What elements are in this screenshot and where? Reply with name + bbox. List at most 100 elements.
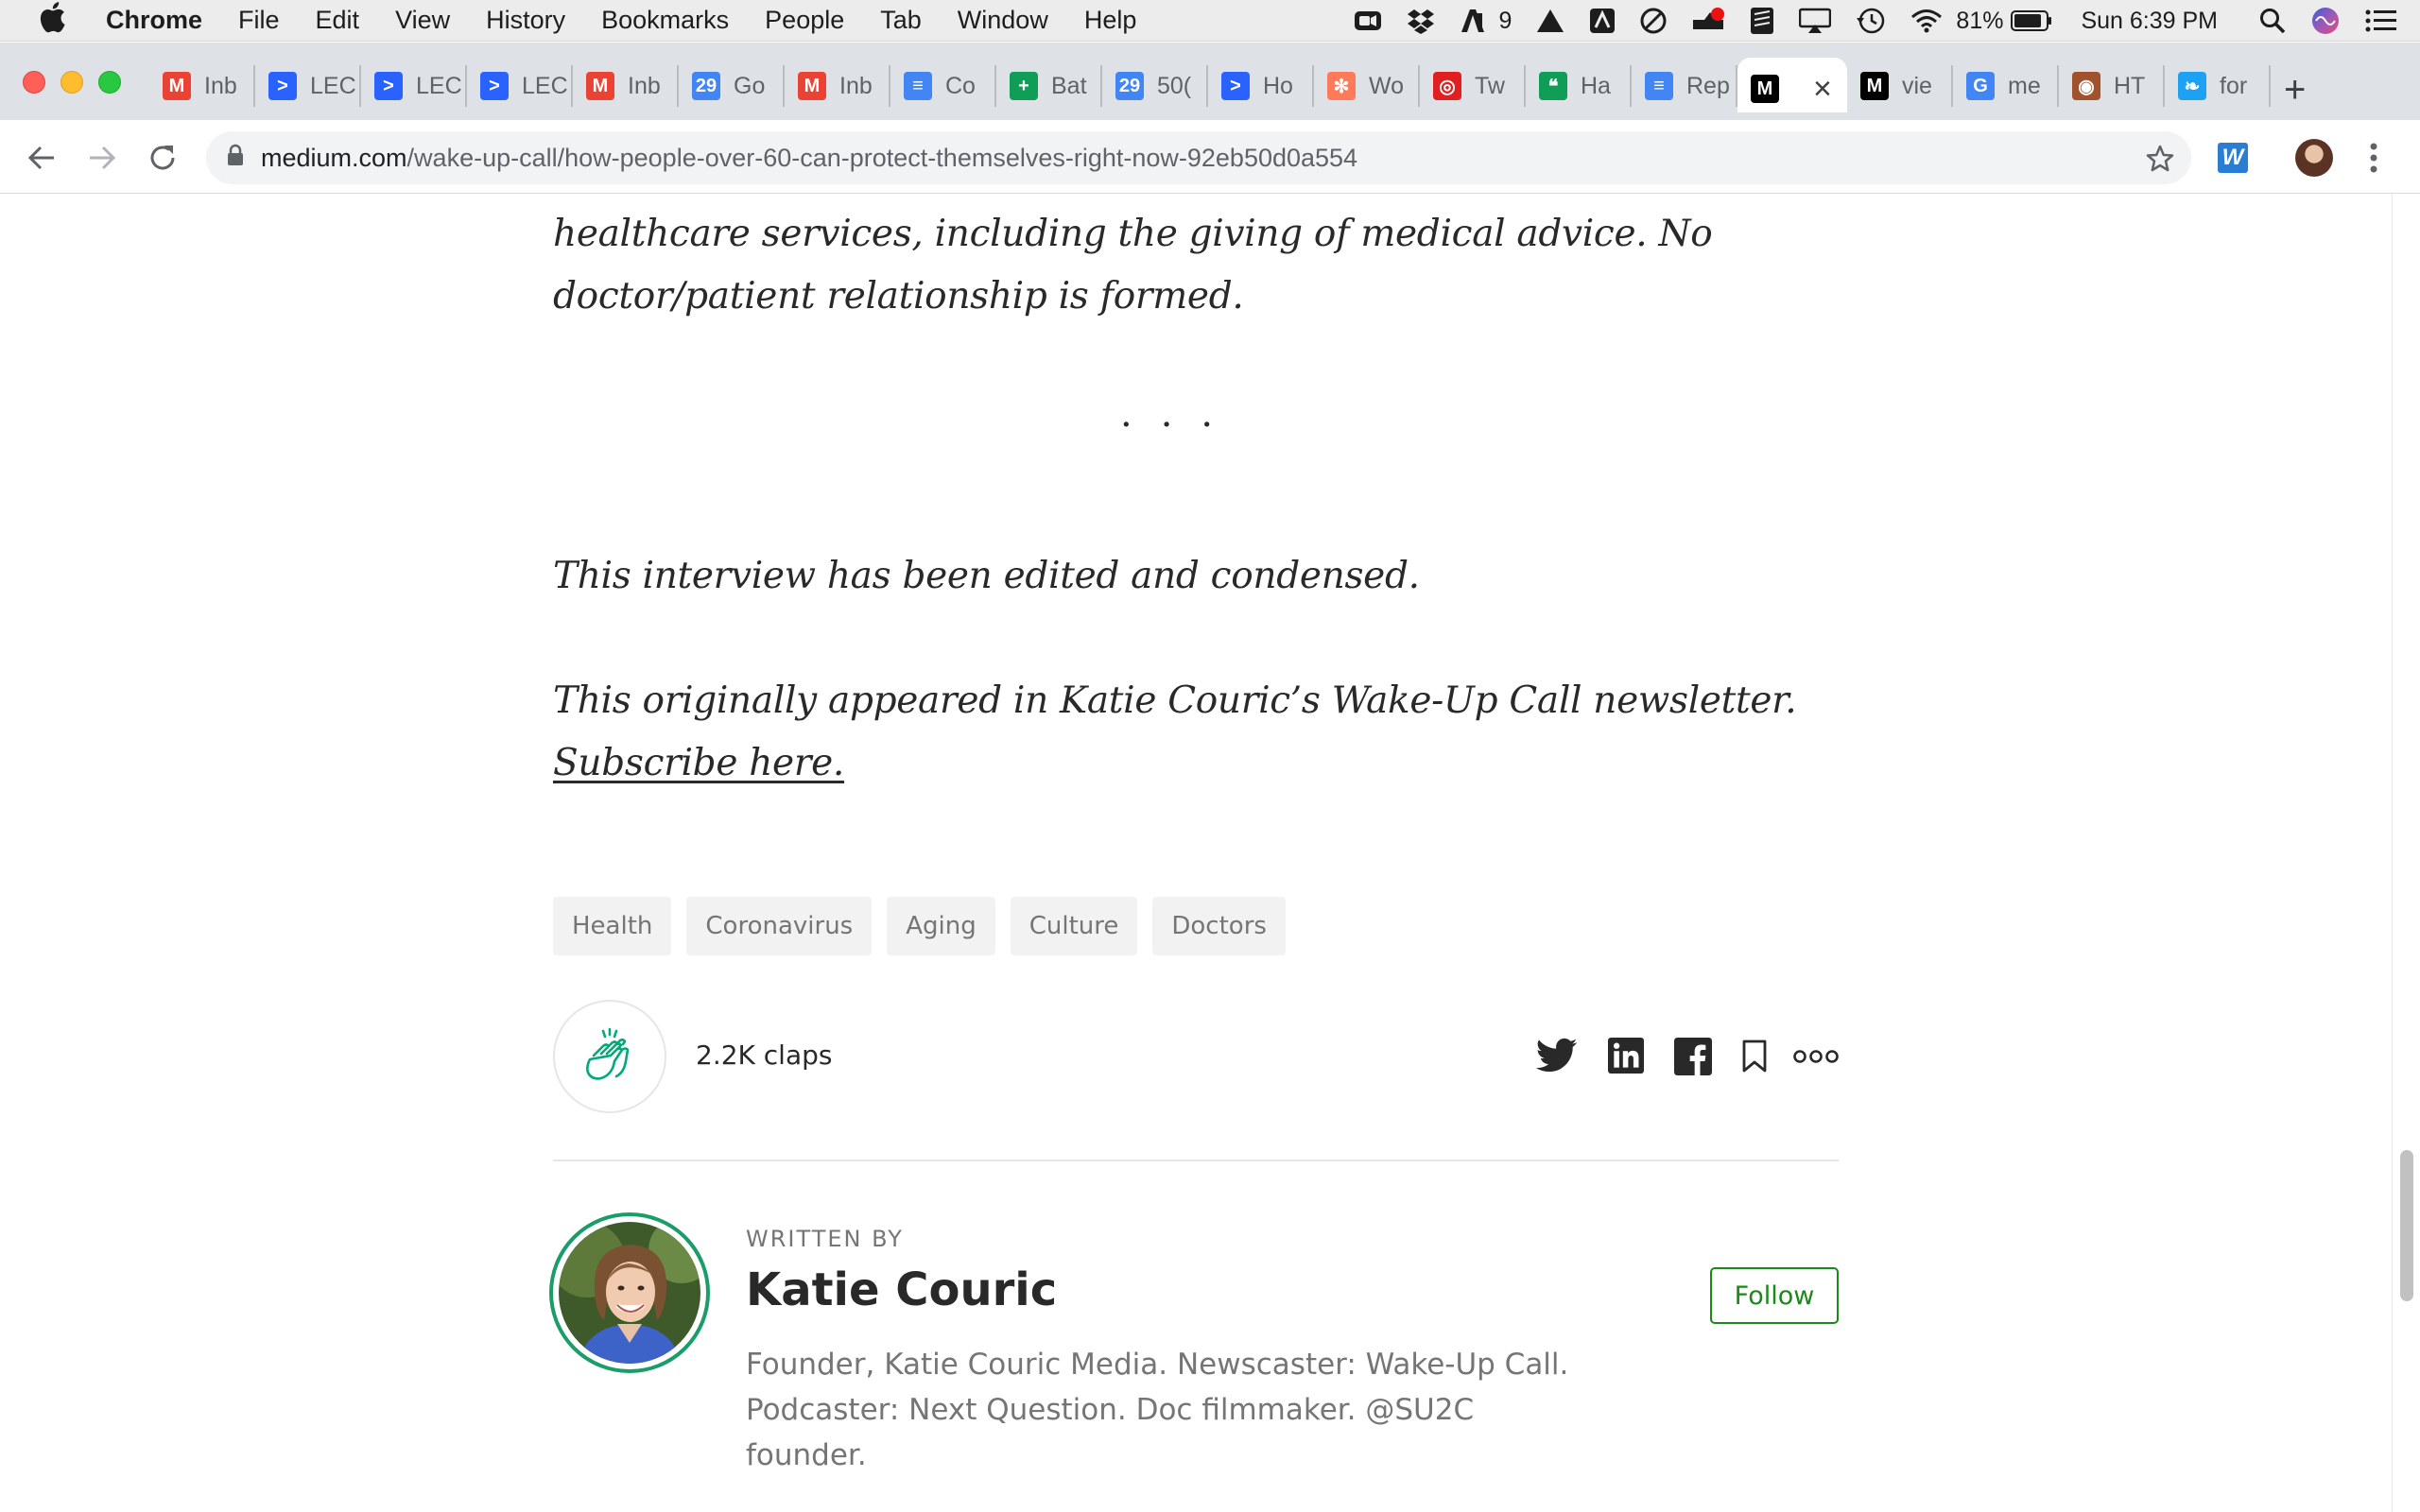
tab-tw-12[interactable]: ◎ Tw (1420, 65, 1526, 107)
adobe-count: 9 (1498, 7, 1512, 34)
tab-label: LEC (416, 72, 462, 99)
tag-health[interactable]: Health (553, 897, 672, 955)
arrow-right-icon (90, 146, 116, 170)
hubspot-icon: ✻ (1327, 72, 1356, 100)
tag-coronavirus[interactable]: Coronavirus (686, 897, 873, 955)
tab-bat-8[interactable]: + Bat (996, 65, 1102, 107)
apple-icon[interactable] (38, 1, 72, 40)
zoom-icon[interactable] (1354, 9, 1382, 33)
tab-vie-0[interactable]: Mvie (1847, 65, 1953, 107)
siri-icon[interactable] (2310, 6, 2341, 36)
tab-inb-4[interactable]: M Inb (573, 65, 679, 107)
window-close-button[interactable] (23, 71, 45, 94)
chrome-menu-button[interactable] (2369, 139, 2378, 181)
tab-inb-6[interactable]: M Inb (785, 65, 890, 107)
new-tab-button[interactable]: + (2284, 69, 2306, 112)
page-scrollbar[interactable] (2392, 194, 2420, 1512)
tab-ho-10[interactable]: > Ho (1208, 65, 1314, 107)
menu-history[interactable]: History (486, 6, 565, 35)
tab-co-7[interactable]: ≡ Co (890, 65, 996, 107)
address-bar[interactable]: medium.com/wake-up-call/how-people-over-… (206, 131, 2191, 184)
menu-window[interactable]: Window (958, 6, 1048, 35)
reload-icon (150, 146, 175, 170)
bookmark-icon[interactable] (1741, 1040, 1768, 1078)
tab-me-1[interactable]: Gme (1953, 65, 2059, 107)
more-options-icon[interactable] (1792, 1049, 1840, 1069)
dropbox-icon[interactable] (1407, 8, 1435, 34)
tab-ht-2[interactable]: ◉ HT (2059, 65, 2165, 107)
menu-app-chrome[interactable]: Chrome (106, 6, 202, 35)
google-drive-icon[interactable] (1536, 9, 1564, 33)
tab-label: HT (2114, 72, 2146, 99)
hangouts-icon: ❝ (1539, 72, 1567, 100)
gmail-icon: M (586, 72, 614, 100)
adobe-icon[interactable] (1460, 8, 1486, 34)
page-content: healthcare services, including the givin… (0, 194, 2420, 1512)
tab-lec-1[interactable]: > LEC (255, 65, 361, 107)
lock-icon[interactable] (227, 144, 244, 173)
google-icon: G (1966, 72, 1995, 100)
clock[interactable]: Sun 6:39 PM (2081, 8, 2218, 35)
battery-icon[interactable] (2011, 9, 2052, 32)
menu-people[interactable]: People (765, 6, 844, 35)
tab-label: me (2008, 72, 2041, 99)
tab-ha-13[interactable]: ❝ Ha (1526, 65, 1632, 107)
written-by-label: WRITTEN BY (746, 1226, 904, 1252)
author-bio: Founder, Katie Couric Media. Newscaster:… (746, 1348, 1569, 1472)
spotlight-search-icon[interactable] (2259, 8, 2286, 34)
tab-lec-2[interactable]: > LEC (361, 65, 467, 107)
airplay-icon[interactable] (1799, 8, 1832, 34)
forward-button[interactable] (81, 137, 123, 179)
scrollbar-thumb[interactable] (2400, 1150, 2413, 1301)
follow-button[interactable]: Follow (1710, 1267, 1839, 1324)
docs-icon: ≡ (904, 72, 932, 100)
profile-avatar[interactable] (2295, 139, 2333, 177)
tab-for-3[interactable]: ❧ for (2165, 65, 2271, 107)
url-path: /wake-up-call/how-people-over-60-can-pro… (406, 143, 1358, 172)
sheets-icon: + (1010, 72, 1038, 100)
origin-note-paragraph: This originally appeared in Katie Couric… (553, 670, 1839, 795)
facebook-share-icon[interactable] (1674, 1038, 1712, 1080)
wifi-icon[interactable] (1910, 9, 1943, 33)
bookmark-star-icon[interactable] (2146, 145, 2174, 180)
tab-wo-11[interactable]: ✻ Wo (1314, 65, 1420, 107)
menu-bookmarks[interactable]: Bookmarks (601, 6, 729, 35)
tab-lec-3[interactable]: > LEC (467, 65, 573, 107)
author-name[interactable]: Katie Couric (746, 1263, 1057, 1316)
reload-button[interactable] (142, 137, 183, 179)
more-vertical-icon (2370, 143, 2377, 173)
tab-active-medium[interactable]: M × (1737, 58, 1847, 112)
stack-icon[interactable] (1750, 7, 1774, 35)
notification-center-icon[interactable] (2365, 9, 2397, 33)
acrobat-icon[interactable] (1589, 8, 1616, 34)
tag-doctors[interactable]: Doctors (1152, 897, 1286, 955)
clap-button[interactable] (553, 1000, 666, 1113)
window-minimize-button[interactable] (60, 71, 83, 94)
menu-edit[interactable]: Edit (316, 6, 360, 35)
tab-50-9[interactable]: 29 50( (1102, 65, 1208, 107)
tab-label: Co (945, 72, 976, 99)
edited-note: This interview has been edited and conde… (553, 555, 1420, 597)
menu-file[interactable]: File (238, 6, 280, 35)
menu-help[interactable]: Help (1084, 6, 1137, 35)
linkedin-share-icon[interactable] (1608, 1038, 1644, 1078)
menu-tab[interactable]: Tab (880, 6, 922, 35)
word-extension-icon[interactable]: W (2218, 143, 2248, 173)
subscribe-link[interactable]: Subscribe here. (553, 742, 844, 784)
recording-icon[interactable] (1691, 7, 1725, 35)
tag-culture[interactable]: Culture (1010, 897, 1138, 955)
time-machine-icon[interactable] (1856, 7, 1886, 35)
gmail-icon: M (163, 72, 191, 100)
tag-aging[interactable]: Aging (887, 897, 995, 955)
tab-go-5[interactable]: 29 Go (679, 65, 785, 107)
tab-rep-14[interactable]: ≡ Rep (1632, 65, 1737, 107)
tab-inb-0[interactable]: M Inb (149, 65, 255, 107)
window-maximize-button[interactable] (98, 71, 121, 94)
menu-view[interactable]: View (395, 6, 450, 35)
author-avatar-link[interactable] (549, 1212, 710, 1373)
close-tab-icon[interactable]: × (1813, 71, 1832, 108)
twitter-share-icon[interactable] (1536, 1038, 1578, 1078)
do-not-disturb-icon[interactable] (1640, 8, 1667, 34)
gmail-icon: M (798, 72, 826, 100)
back-button[interactable] (21, 137, 62, 179)
